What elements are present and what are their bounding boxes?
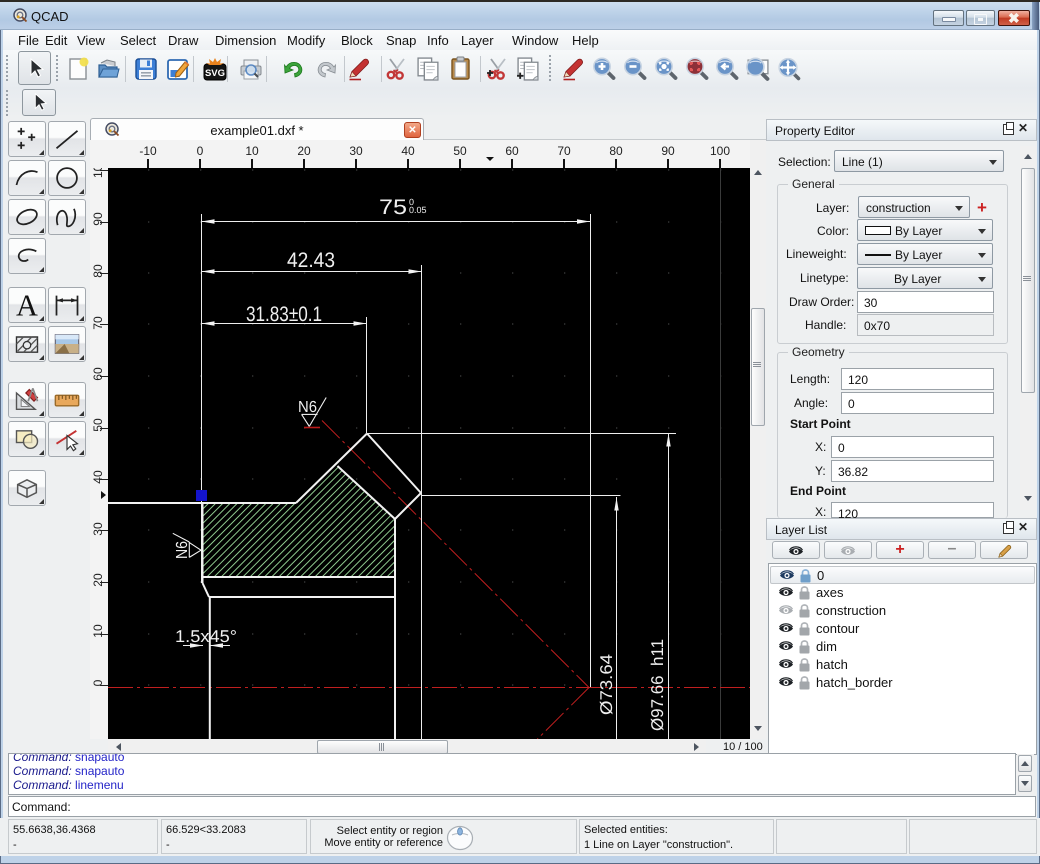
svg-text:A: A <box>16 291 38 319</box>
svg-text:31.83±0.1: 31.83±0.1 <box>246 303 322 326</box>
svg-text:1.5x45°: 1.5x45° <box>175 627 237 646</box>
svg-text:N6: N6 <box>298 399 317 416</box>
svg-text:Ø73.64: Ø73.64 <box>597 654 616 715</box>
svg-text:0.05: 0.05 <box>409 205 427 215</box>
svg-text:42.43: 42.43 <box>287 249 335 272</box>
svg-text:75: 75 <box>379 196 407 219</box>
svg-text:N6: N6 <box>174 541 191 559</box>
svg-text:Ø97.66 h11: Ø97.66 h11 <box>648 639 667 731</box>
svg-text:SVG: SVG <box>205 68 225 79</box>
